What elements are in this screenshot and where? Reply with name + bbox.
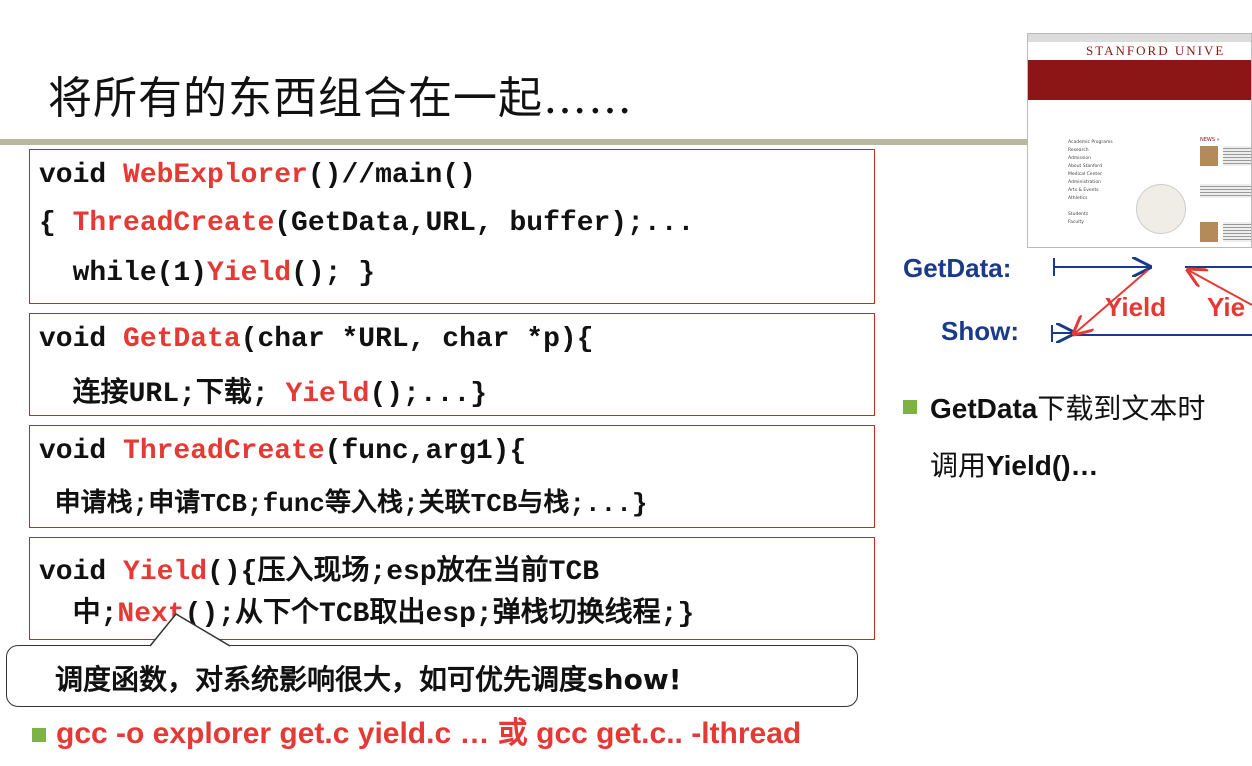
news-text: [1200, 184, 1251, 198]
browser-screenshot: STANFORD UNIVE Academic Programs Research…: [1027, 33, 1252, 248]
code-box-getdata: void GetData(char *URL, char *p){ 连接URL;…: [29, 313, 875, 416]
code-line: 申请栈;申请TCB;func等入栈;关联TCB与栈;...}: [39, 489, 648, 519]
browser-toolbar: [1028, 34, 1251, 42]
news-text: [1223, 222, 1251, 242]
code-line: while(1)Yield(); }: [39, 258, 376, 289]
bullet-icon: [32, 728, 46, 742]
code-box-yield: void Yield(){压入现场;esp放在当前TCB 中;Next();从下…: [29, 537, 875, 640]
stanford-banner: [1028, 60, 1251, 100]
getdata-label: GetData:: [903, 253, 1012, 283]
code-line: 中;Next();从下个TCB取出esp;弹栈切换线程;}: [39, 599, 695, 630]
right-bullet-line1: GetData下载到文本时: [930, 393, 1206, 424]
news-thumbnail: [1200, 222, 1218, 242]
compile-command: gcc -o explorer get.c yield.c … 或 gcc ge…: [56, 717, 802, 750]
scheduler-callout: 调度函数，对系统影响很大，如可优先调度show!: [6, 645, 858, 707]
code-line: void WebExplorer()//main(): [39, 160, 476, 191]
code-box-webexplorer: void WebExplorer()//main() { ThreadCreat…: [29, 149, 875, 304]
slide-title: 将所有的东西组合在一起……: [48, 73, 633, 124]
stanford-seal-icon: [1136, 184, 1186, 234]
code-line: 连接URL;下载; Yield();...}: [39, 379, 488, 410]
stanford-logo: STANFORD UNIVE: [1028, 42, 1251, 60]
thread-switch-diagram: [1051, 250, 1252, 350]
code-box-threadcreate: void ThreadCreate(func,arg1){ 申请栈;申请TCB;…: [29, 425, 875, 528]
show-label: Show:: [941, 316, 1019, 346]
news-text: [1223, 146, 1251, 166]
callout-text: 调度函数，对系统影响很大，如可优先调度show!: [55, 663, 682, 696]
title-divider: [0, 139, 1030, 145]
bullet-icon: [903, 400, 917, 414]
stanford-nav: Academic Programs Research Admission About…: [1068, 140, 1113, 225]
code-line: { ThreadCreate(GetData,URL, buffer);...: [39, 208, 695, 239]
code-line: void ThreadCreate(func,arg1){: [39, 436, 527, 467]
news-heading: NEWS »: [1200, 137, 1220, 143]
right-bullet-line2: 调用Yield()…: [930, 450, 1099, 481]
news-thumbnail: [1200, 146, 1218, 166]
code-line: void GetData(char *URL, char *p){: [39, 324, 594, 355]
code-line: void Yield(){压入现场;esp放在当前TCB: [39, 557, 600, 588]
